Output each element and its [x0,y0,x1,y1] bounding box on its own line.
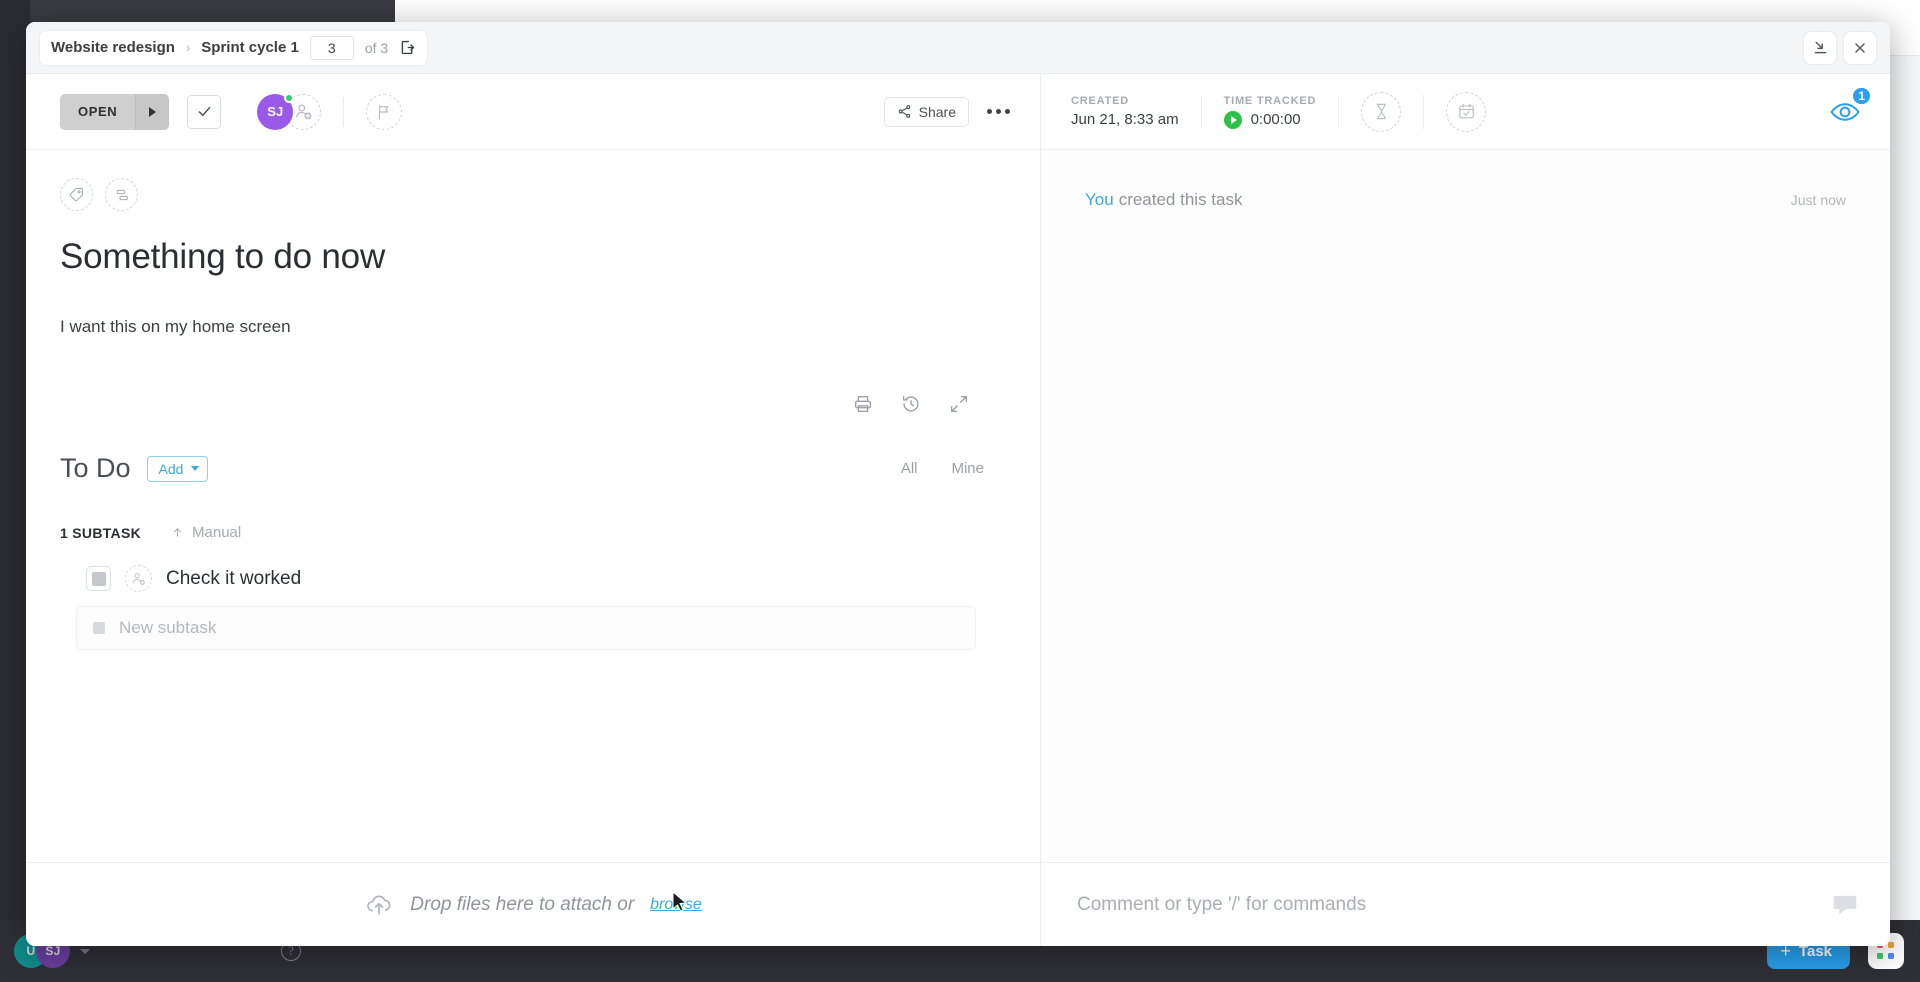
watcher-count-badge: 1 [1851,85,1872,106]
collapse-to-corner-icon[interactable] [1804,31,1836,64]
cloud-upload-icon [364,890,394,920]
calendar-check-icon[interactable] [1446,91,1487,132]
activity-timestamp: Just now [1790,192,1846,208]
avatar-initials: SJ [45,944,61,958]
modal-body: OPEN SJ Share Something to do now I want… [26,74,1890,946]
breadcrumb[interactable]: Website redesign › Sprint cycle 1 3 of 3 [40,30,428,65]
task-chip-row [60,178,1006,211]
task-meta-header: CREATED Jun 21, 8:33 am TIME TRACKED 0:0… [1041,74,1890,150]
subtask-list: Check it worked New subtask [60,559,1006,650]
assignee-group: SJ [257,92,322,130]
page-title[interactable]: Something to do now [60,237,1006,277]
checkbox-unchecked-icon[interactable] [86,566,111,591]
avatar-initials: U [26,944,36,958]
created-value: Jun 21, 8:33 am [1071,111,1179,128]
page-number-input[interactable]: 3 [309,35,354,60]
new-subtask-input[interactable]: New subtask [76,606,976,650]
avatar[interactable]: SJ [257,92,295,130]
custom-fields-icon[interactable] [105,178,138,211]
task-right-pane: CREATED Jun 21, 8:33 am TIME TRACKED 0:0… [1041,74,1890,946]
avatar-initials: SJ [267,104,284,119]
todo-filter-all[interactable]: All [901,460,918,477]
time-tracked-label: TIME TRACKED [1223,94,1317,107]
chevron-down-icon [191,466,200,471]
divider [1338,94,1340,129]
comment-placeholder: Comment or type '/' for commands [1077,893,1367,915]
subtask-row[interactable]: Check it worked [60,559,1006,598]
checkbox-placeholder-icon [93,622,105,634]
attachment-hint-text: Drop files here to attach or [410,893,635,915]
add-button-label: Add [158,460,184,477]
play-icon[interactable] [1223,110,1242,129]
todo-filter-mine[interactable]: Mine [951,460,984,477]
share-button[interactable]: Share [883,96,969,127]
task-description[interactable]: I want this on my home screen [60,317,1006,337]
todo-section-header: To Do Add All Mine [60,453,1006,484]
page-total-label: of 3 [364,39,389,56]
modal-window-controls [1804,31,1876,64]
history-clock-icon[interactable] [900,393,922,415]
breadcrumb-separator-icon: › [185,40,191,55]
activity-actor[interactable]: You [1085,190,1114,210]
arrow-up-icon [171,526,184,539]
status-label[interactable]: OPEN [60,93,136,130]
tag-icon[interactable] [60,178,93,211]
chevron-down-icon[interactable] [80,948,90,954]
modal-topbar: Website redesign › Sprint cycle 1 3 of 3 [26,22,1890,74]
mark-complete-button[interactable] [187,94,222,129]
breadcrumb-list[interactable]: Sprint cycle 1 [201,39,299,56]
created-label: CREATED [1071,95,1129,107]
comment-bubble-icon[interactable] [1830,889,1860,924]
task-left-pane: OPEN SJ Share Something to do now I want… [26,74,1041,946]
flag-icon[interactable] [366,93,403,130]
expand-diagonal-icon[interactable] [948,393,970,415]
task-content: Something to do now I want this on my ho… [26,150,1040,862]
subtask-sort-label: Manual [192,524,242,541]
chevron-right-icon[interactable] [135,93,170,130]
divider [1423,94,1425,129]
hourglass-icon[interactable] [1361,91,1402,132]
task-action-header: OPEN SJ Share [26,74,1040,150]
share-icon [897,104,912,119]
attachment-dropzone[interactable]: Drop files here to attach or browse [26,862,1040,946]
ellipsis-icon[interactable] [985,103,1012,120]
mouse-pointer-icon [671,890,689,918]
breadcrumb-space[interactable]: Website redesign [51,39,175,56]
todo-filter-group: All Mine [901,460,1006,477]
activity-text: created this task [1118,190,1243,209]
divider [343,96,345,127]
add-subtask-button[interactable]: Add [146,455,209,482]
activity-item: You created this task Just now [1085,190,1846,210]
subtask-sort-button[interactable]: Manual [171,524,241,541]
time-tracked-block[interactable]: TIME TRACKED 0:00:00 [1223,94,1317,129]
subtask-name[interactable]: Check it worked [166,568,301,590]
new-subtask-placeholder: New subtask [119,618,217,637]
task-detail-modal: Website redesign › Sprint cycle 1 3 of 3 [26,22,1890,946]
description-toolbar [60,393,1006,415]
share-label: Share [918,103,956,120]
subtask-meta-row: 1 SUBTASK Manual [60,524,1006,541]
print-icon[interactable] [852,393,874,415]
open-in-new-icon[interactable] [399,39,416,56]
header-right-actions: Share [883,96,1012,127]
subtask-count-label: 1 SUBTASK [60,524,142,541]
time-tracked-value: 0:00:00 [1250,111,1301,128]
online-status-dot [284,92,295,103]
divider [1200,94,1202,129]
todo-heading: To Do [60,453,131,483]
created-block: CREATED Jun 21, 8:33 am [1071,95,1179,128]
status-dropdown[interactable]: OPEN [60,93,170,130]
comment-input-bar[interactable]: Comment or type '/' for commands [1041,862,1890,946]
add-person-icon[interactable] [125,565,152,592]
watchers-button[interactable]: 1 [1828,85,1872,129]
close-icon[interactable] [1844,31,1876,64]
activity-feed: You created this task Just now [1041,150,1890,862]
